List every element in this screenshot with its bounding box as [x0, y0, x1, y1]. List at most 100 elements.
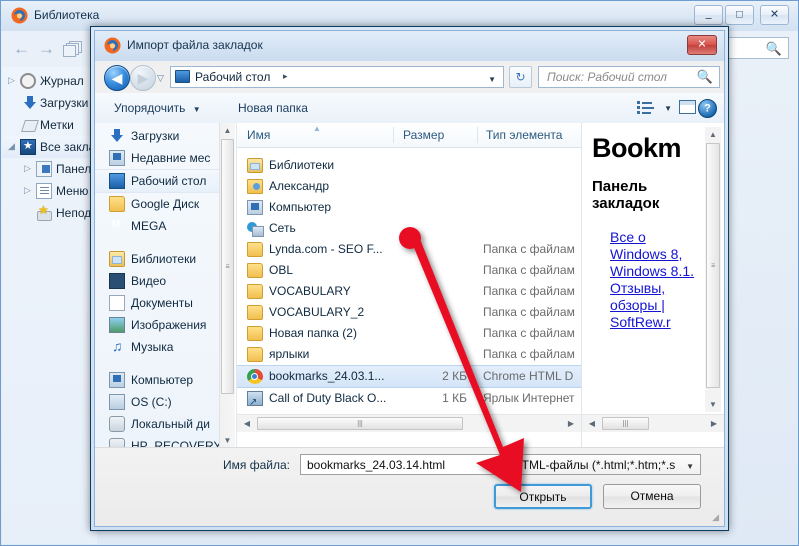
filename-input[interactable]: bookmarks_24.03.14.html ▼ [300, 454, 500, 475]
nav-item-google-drive[interactable]: Google Диск [95, 193, 235, 215]
file-type: Папка с файлам [483, 242, 575, 256]
scrollbar-thumb[interactable]: ||| [602, 417, 649, 430]
preview-pane-icon[interactable] [679, 100, 696, 114]
column-header-type[interactable]: Тип элемента [486, 128, 562, 142]
table-row[interactable]: Компьютер [237, 197, 581, 218]
table-row[interactable]: VOCABULARY_2 Папка с файлам [237, 302, 581, 323]
library-close-button[interactable]: ✕ [760, 5, 789, 25]
chevron-down-icon[interactable]: ▼ [488, 75, 496, 84]
close-icon: ✕ [769, 8, 780, 21]
chevron-down-icon[interactable]: ▼ [485, 462, 493, 471]
preview-bookmark-link[interactable]: Все о Windows 8, Windows 8.1. Отзывы, об… [610, 229, 702, 331]
nav-item-downloads[interactable]: Загрузки [95, 125, 235, 147]
table-row[interactable]: ярлыки Папка с файлам [237, 344, 581, 365]
nav-item-mega[interactable]: M MEGA [95, 215, 235, 237]
library-minimize-button[interactable]: – [694, 5, 723, 25]
back-button[interactable]: ◀ [104, 65, 130, 91]
sidebar-item-tags[interactable]: Метки [2, 114, 97, 136]
table-row[interactable]: Библиотеки [237, 155, 581, 176]
column-header-size[interactable]: Размер [403, 128, 444, 142]
library-maximize-button[interactable]: □ [725, 5, 754, 25]
table-row[interactable]: Lynda.com - SEO F... Папка с файлам [237, 239, 581, 260]
scrollbar-thumb[interactable]: ≡ [706, 143, 720, 388]
table-row[interactable]: bookmarks_24.03.1... 2 КБ Chrome HTML D [237, 365, 581, 388]
computer-icon [109, 372, 125, 388]
navigation-pane-scrollbar[interactable]: ▲ ≡ ▼ [219, 123, 235, 448]
forward-button[interactable]: ▶ [130, 65, 156, 91]
preview-heading: Bookm [592, 133, 682, 163]
list-view-icon[interactable] [637, 100, 654, 115]
table-row[interactable]: Новая папка (2) Папка с файлам [237, 323, 581, 344]
sidebar-item-bookmarks-menu[interactable]: ▷ Меню [2, 180, 97, 202]
library-back-button[interactable]: ← [13, 40, 30, 57]
nav-item-music[interactable]: ♫ Музыка [95, 336, 235, 358]
file-list-horizontal-scrollbar[interactable]: ◀ ||| ▶ [237, 414, 581, 432]
sidebar-item-bookmarks-toolbar[interactable]: ▷ Панель [2, 158, 97, 180]
address-bar[interactable]: Рабочий стол ▸ ▼ [170, 66, 504, 88]
sidebar-item-label: Журнал [40, 74, 84, 88]
sidebar-item-unsorted[interactable]: Неподш [2, 202, 97, 224]
organize-button[interactable]: Упорядочить ▼ [114, 101, 201, 115]
nav-item-label: MEGA [131, 219, 167, 233]
sidebar-item-label: Все заклад [40, 140, 97, 154]
scroll-up-icon[interactable]: ▲ [705, 127, 721, 142]
nav-item-documents[interactable]: Документы [95, 292, 235, 314]
column-header-name[interactable]: Имя [247, 128, 270, 142]
chevron-down-icon[interactable]: ▼ [664, 104, 672, 113]
sidebar-item-downloads[interactable]: Загрузки [2, 92, 97, 114]
nav-item-desktop[interactable]: Рабочий стол [95, 169, 235, 193]
sidebar-item-all-bookmarks[interactable]: ◢ Все заклад [2, 136, 97, 158]
preview-scrollbar[interactable]: ▲ ≡ ▼ [705, 127, 721, 412]
search-input[interactable]: Поиск: Рабочий стол 🔍 [538, 66, 720, 88]
nav-item-computer[interactable]: Компьютер [95, 369, 235, 391]
twisty-icon[interactable]: ◢ [8, 141, 15, 152]
breadcrumb-separator-icon[interactable]: ▸ [283, 71, 288, 82]
breadcrumb[interactable]: Рабочий стол [195, 70, 270, 84]
nav-item-recent-places[interactable]: Недавние мес [95, 147, 235, 169]
download-icon [22, 95, 38, 111]
nav-item-libraries[interactable]: Библиотеки [95, 248, 235, 270]
scrollbar-thumb[interactable]: ||| [257, 417, 463, 430]
table-row[interactable]: OBL Папка с файлам [237, 260, 581, 281]
scroll-down-icon[interactable]: ▼ [220, 433, 235, 448]
preview-horizontal-scrollbar[interactable]: ◀ ||| ▶ [582, 414, 724, 432]
resize-grip[interactable]: ◢ [712, 512, 719, 523]
nav-item-videos[interactable]: Видео [95, 270, 235, 292]
column-divider[interactable] [393, 127, 394, 143]
chevron-down-icon[interactable]: ▼ [686, 462, 694, 471]
scroll-left-icon[interactable]: ◀ [239, 415, 255, 432]
refresh-button[interactable]: ↻ [509, 66, 532, 88]
table-row[interactable]: VOCABULARY Папка с файлам [237, 281, 581, 302]
table-row[interactable]: Александр [237, 176, 581, 197]
navigation-pane: Загрузки Недавние мес Рабочий стол Googl… [95, 123, 235, 448]
filetype-select[interactable]: HTML-файлы (*.html;*.htm;*.s ▼ [506, 454, 701, 475]
column-divider[interactable] [477, 127, 478, 143]
cancel-button[interactable]: Отмена [603, 484, 701, 509]
library-forward-button[interactable]: → [38, 40, 55, 57]
twisty-icon[interactable]: ▷ [24, 185, 31, 196]
twisty-icon[interactable]: ▷ [8, 75, 15, 86]
scroll-up-icon[interactable]: ▲ [220, 123, 235, 138]
scroll-left-icon[interactable]: ◀ [584, 415, 600, 432]
views-icon[interactable] [63, 41, 83, 57]
scroll-down-icon[interactable]: ▼ [705, 397, 721, 412]
twisty-icon[interactable]: ▷ [24, 163, 31, 174]
preview-bottom-padding [582, 432, 724, 448]
file-name: Call of Duty Black O... [269, 391, 387, 405]
recent-locations-icon[interactable]: ▽ [157, 73, 164, 84]
scrollbar-thumb[interactable]: ≡ [221, 139, 234, 394]
dialog-bottom-bar: Имя файла: bookmarks_24.03.14.html ▼ HTM… [95, 447, 724, 526]
sidebar-item-history[interactable]: ▷ Журнал [2, 70, 97, 92]
help-icon[interactable]: ? [698, 99, 717, 118]
nav-item-pictures[interactable]: Изображения [95, 314, 235, 336]
dialog-close-button[interactable]: ✕ [687, 35, 717, 55]
nav-item-local-disk[interactable]: Локальный ди [95, 413, 235, 435]
open-button[interactable]: Открыть [494, 484, 592, 509]
table-row[interactable]: Сеть [237, 218, 581, 239]
scroll-right-icon[interactable]: ▶ [706, 415, 722, 432]
table-row[interactable]: Call of Duty Black O... 1 КБ Ярлык Интер… [237, 388, 581, 409]
new-folder-button[interactable]: Новая папка [238, 101, 308, 115]
scroll-right-icon[interactable]: ▶ [563, 415, 579, 432]
nav-item-os-c[interactable]: OS (C:) [95, 391, 235, 413]
file-list-bottom-padding [237, 432, 581, 448]
